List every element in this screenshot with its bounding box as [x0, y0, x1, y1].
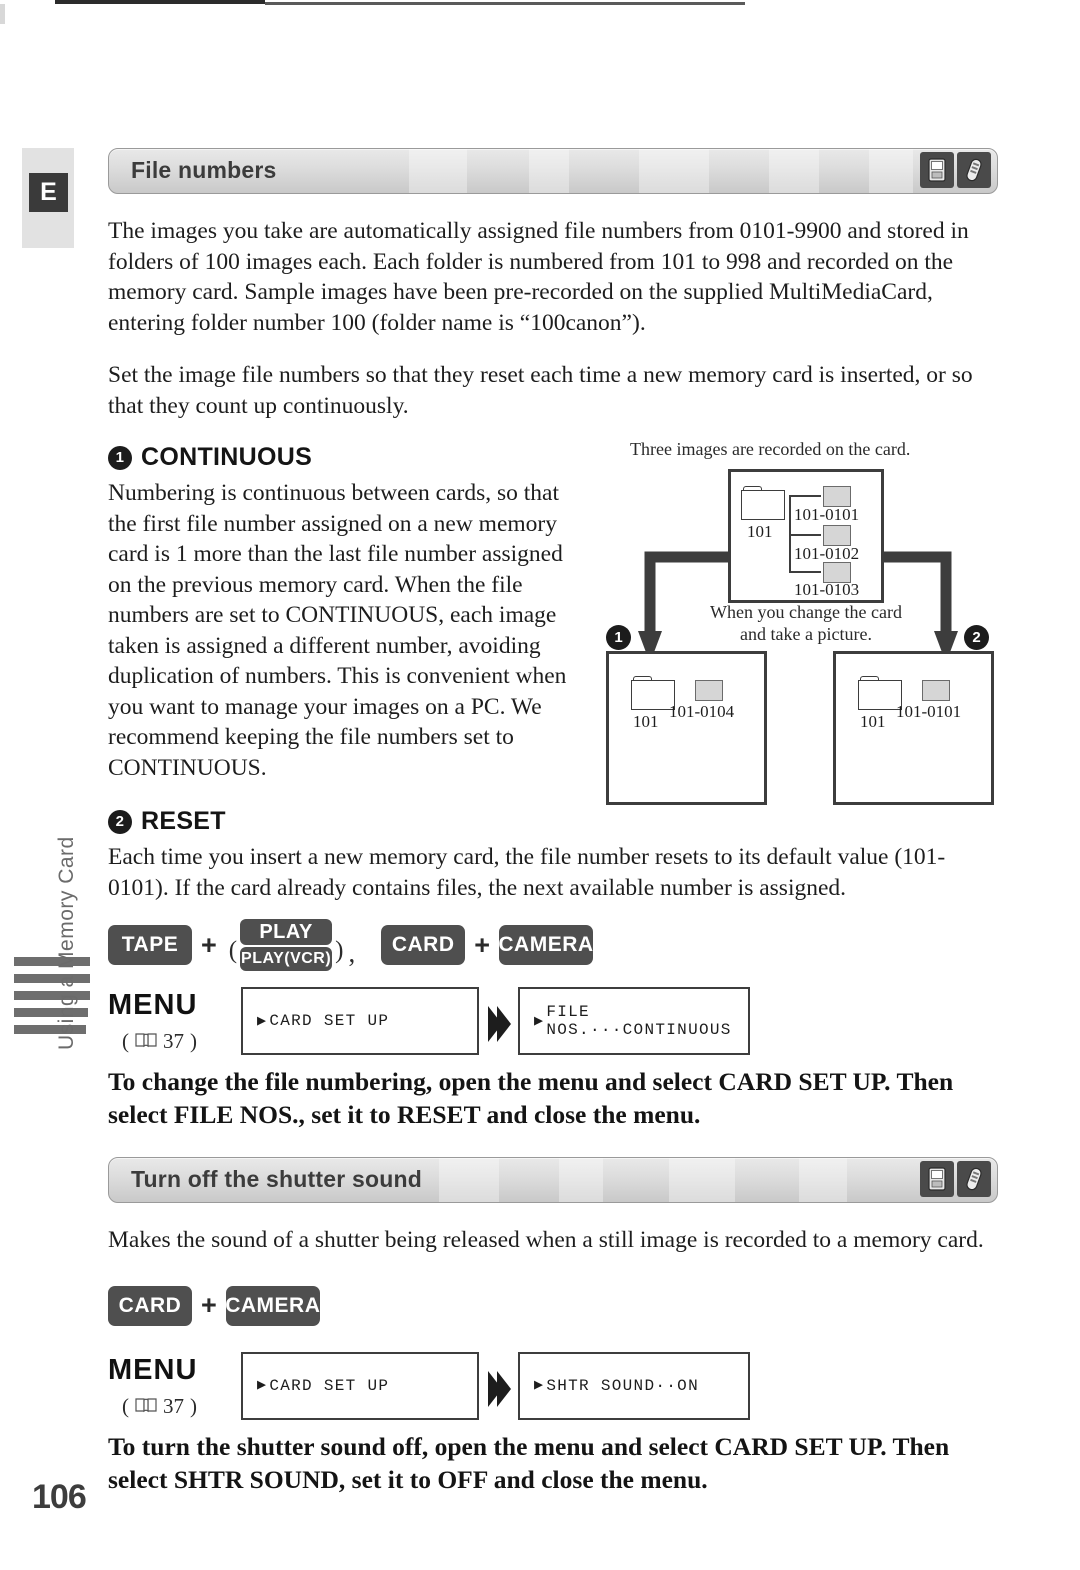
scan-edge-artifact-3 [0, 4, 5, 24]
page-content: File numbers The images you take are aut… [108, 0, 998, 1496]
step-label: RESET [141, 807, 226, 835]
double-chevron-right-icon [486, 1369, 512, 1409]
reset-description: Each time you insert a new memory card, … [108, 844, 946, 901]
menu-label: MENU [108, 989, 198, 1021]
tree-line-h2 [789, 534, 821, 536]
section-header-shutter-sound: Turn off the shutter sound [108, 1157, 998, 1203]
key-badge-tape[interactable]: TAPE [108, 925, 192, 965]
folder-label: 101 [860, 712, 886, 731]
key-badge-card[interactable]: CARD [381, 925, 466, 965]
key-badge-camera[interactable]: CAMERA [225, 1285, 320, 1326]
menu-page-reference: ( 37 ) [122, 1029, 197, 1054]
step-number-1: 1 [108, 445, 132, 470]
menu-path-row-1: MENU ( 37 ) ▶ CARD SET UP ▶ FILE NOS.···… [108, 979, 998, 1065]
tree-line-h3 [789, 571, 821, 573]
book-icon [135, 1394, 157, 1419]
camcorder-icon [920, 1161, 954, 1197]
intro-paragraph-2: Set the image file numbers so that they … [108, 362, 973, 419]
file-label: 101-0104 [669, 702, 735, 721]
caret-right-icon: ▶ [257, 1012, 268, 1030]
menu-ref-page: 37 [163, 1029, 184, 1053]
diagram-caption-mid: When you change the card and take a pict… [710, 602, 902, 644]
key-badge-play-vcr[interactable]: PLAY(VCR) [240, 947, 333, 971]
menu-ref-page: 37 [163, 1393, 184, 1418]
remote-icon [957, 152, 991, 188]
language-badge: E [29, 173, 68, 212]
diagram-marker-2: 2 [964, 625, 989, 650]
diagram-box-continuous: 101 101-0104 [606, 651, 767, 805]
book-icon [135, 1029, 157, 1054]
file-label: 101-0103 [794, 580, 860, 599]
file-label: 101-0101 [896, 702, 962, 721]
tree-line-h1 [789, 495, 821, 497]
key-badge-play-stack: PLAY PLAY(VCR) [240, 919, 333, 971]
file-numbering-diagram: Three images are recorded on the card. 1… [598, 439, 998, 809]
section-header-file-numbers: File numbers [108, 148, 998, 194]
caret-right-icon: ▶ [257, 1377, 268, 1394]
image-chip-icon [922, 680, 950, 701]
intro-paragraph-1: The images you take are automatically as… [108, 218, 969, 336]
menu-screen-card-set-up[interactable]: ▶ CARD SET UP [241, 987, 479, 1055]
comma-symbol: , [348, 937, 356, 968]
diagram-marker-1: 1 [606, 625, 631, 650]
mode-key-row-1: TAPE + ( PLAY PLAY(VCR) ) , CARD + CAMER… [108, 919, 998, 971]
double-chevron-right-icon [486, 1004, 512, 1044]
chapter-label: Using a Memory Card [55, 836, 78, 1050]
menu-path-row-2: MENU ( 37 ) ▶ CARD SET UP ▶ SHTR SOUND··… [108, 1344, 998, 1430]
key-badge-play[interactable]: PLAY [240, 919, 333, 945]
image-chip-icon [695, 680, 723, 701]
menu-screen-text: CARD SET UP [269, 1376, 390, 1395]
step-heading-continuous: 1 CONTINUOUS [108, 443, 578, 472]
plus-symbol: + [201, 929, 217, 960]
page-number: 106 [32, 1478, 87, 1516]
step-heading-reset: 2 RESET [108, 807, 998, 836]
remote-icon [957, 1161, 991, 1197]
caret-right-icon: ▶ [534, 1377, 545, 1394]
camcorder-icon [920, 152, 954, 188]
plus-symbol: + [474, 929, 490, 960]
image-chip-icon [823, 486, 851, 507]
folder-label: 101 [633, 712, 659, 731]
plus-symbol: + [201, 1290, 217, 1320]
paren-close: ) [335, 937, 344, 964]
continuous-block: 1 CONTINUOUS Numbering is continuous bet… [108, 439, 998, 805]
section-mode-icons [920, 152, 991, 188]
paren-open: ( [228, 937, 238, 964]
menu-screen-file-nos[interactable]: ▶ FILE NOS.···CONTINUOUS [518, 987, 750, 1055]
caret-right-icon: ▶ [534, 1012, 545, 1030]
section-title: Turn off the shutter sound [131, 1166, 422, 1192]
menu-screen-text: CARD SET UP [269, 1012, 390, 1030]
shutter-sound-paragraph: Makes the sound of a shutter being relea… [108, 1227, 984, 1253]
menu-page-reference: ( 37 ) [122, 1393, 197, 1419]
folder-label: 101 [747, 522, 773, 541]
language-badge-label: E [40, 178, 57, 206]
mode-key-row-2: CARD + CAMERA [108, 1282, 998, 1330]
section-title: File numbers [131, 157, 277, 183]
continuous-text-column: 1 CONTINUOUS Numbering is continuous bet… [108, 443, 578, 783]
section-mode-icons [920, 1161, 991, 1197]
key-badge-camera[interactable]: CAMERA [498, 925, 593, 965]
menu-screen-text: SHTR SOUND··ON [546, 1376, 699, 1395]
folder-icon [741, 486, 785, 520]
menu-screen-text: FILE NOS.···CONTINUOUS [546, 1003, 732, 1039]
image-chip-icon [823, 525, 851, 546]
instruction-shutter-sound: To turn the shutter sound off, open the … [108, 1431, 950, 1494]
step-number-2: 2 [108, 809, 132, 834]
key-badge-card[interactable]: CARD [108, 1285, 192, 1326]
instruction-file-numbering: To change the file numbering, open the m… [108, 1067, 954, 1129]
file-label: 101-0101 [794, 505, 860, 524]
menu-label: MENU [108, 1353, 198, 1386]
step-label: CONTINUOUS [141, 443, 313, 471]
menu-screen-card-set-up[interactable]: ▶ CARD SET UP [241, 1351, 479, 1420]
menu-screen-shtr-sound[interactable]: ▶ SHTR SOUND··ON [518, 1351, 750, 1420]
file-label: 101-0102 [794, 544, 860, 563]
continuous-description: Numbering is continuous between cards, s… [108, 480, 567, 781]
diagram-box-main: 101 101-0101 101-0102 101-0103 [728, 469, 884, 603]
diagram-box-reset: 101 101-0101 [833, 651, 994, 805]
